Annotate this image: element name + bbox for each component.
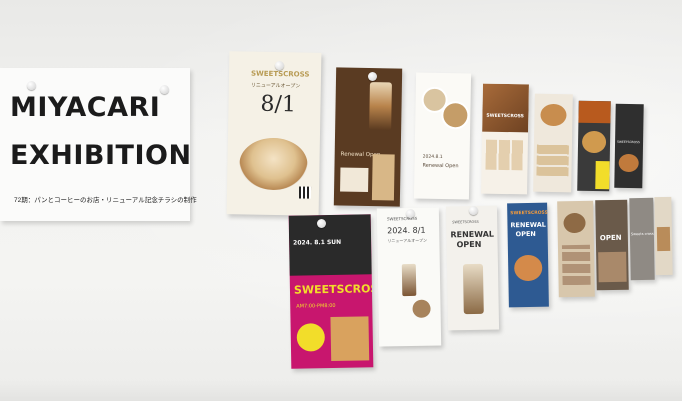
poster-open-photo: OPEN <box>595 199 629 291</box>
poster-heading: RENEWAL <box>510 220 546 230</box>
poster-sweetscross-magenta: 2024. 8.1 SUN SWEETSCROSS AM7:00-PM8:00 <box>288 214 374 369</box>
yellow-badge <box>296 323 326 352</box>
coffee-glass-image <box>401 263 417 297</box>
coffee-glass-image <box>369 82 392 131</box>
pancake-image <box>514 254 543 282</box>
poster-heading: OPEN <box>456 239 482 250</box>
pin <box>27 81 36 90</box>
pin <box>368 72 377 81</box>
photo-strip <box>340 167 369 193</box>
poster-edge <box>654 196 673 276</box>
header-band <box>578 100 611 124</box>
poster-renewal-white: 2024.8.1 Renewal Open <box>413 72 472 200</box>
sign-title-line1: MIYACARI <box>10 92 161 123</box>
floor-shadow <box>0 380 682 401</box>
poster-brand: SWEETSCROSS <box>452 219 479 225</box>
poster-date: 2024. 8.1 SUN <box>293 238 342 247</box>
poster-brand: SWEETSCROSS <box>486 113 524 120</box>
poster-heading: Sweets cross <box>630 231 654 237</box>
qr-code-icon <box>298 186 312 199</box>
sign-title-line2: EXHIBITION <box>10 140 192 171</box>
header-image <box>482 83 529 133</box>
pancake-image <box>581 130 607 154</box>
poster-pancake: SWEETSCROSS リニューアルオープン 8/1 <box>226 51 322 216</box>
poster-coffee-white: SWEETSCROSS 2024. 8/1 リニューアルオープン <box>376 207 442 347</box>
poster-hours: AM7:00-PM8:00 <box>296 302 336 310</box>
food-photo <box>656 226 671 252</box>
sign-subtitle: 72期：パンとコーヒーのお店・リニューアル記念チラシの制作 <box>14 197 197 204</box>
food-image <box>618 153 639 173</box>
pin <box>275 61 284 70</box>
pancake-image <box>239 137 308 191</box>
poster-bread <box>533 93 573 193</box>
pin <box>160 85 169 94</box>
poster-date: 8/1 <box>260 91 297 118</box>
poster-brand: SWEETSCROSS <box>617 139 640 145</box>
poster-date: 2024. 8/1 <box>387 225 426 236</box>
pin <box>317 219 326 228</box>
poster-brand: SWEETSCROSS <box>250 69 310 79</box>
poster-brand: SWEETSCROSS <box>293 282 374 297</box>
poster-brand: SWEETSCROSS <box>510 210 548 217</box>
poster-sweetscross-wood: SWEETSCROSS <box>481 83 529 195</box>
plate-image <box>441 100 470 130</box>
food-photo <box>330 316 370 362</box>
food-image <box>563 212 586 234</box>
product-grid <box>485 139 524 171</box>
poster-heading: OPEN <box>515 229 536 239</box>
product-grid <box>561 244 591 286</box>
poster-jp-text: リニューアルオープン <box>387 237 427 244</box>
poster-coffee-brown: Renewal Open <box>333 67 403 207</box>
food-photo <box>598 251 627 283</box>
pin <box>406 209 415 218</box>
poster-open-dark: SWEETSCROSS <box>614 103 644 189</box>
poster-sweets-cross: Sweets cross <box>629 197 655 281</box>
yellow-band <box>595 161 610 190</box>
poster-heading: OPEN <box>599 233 622 243</box>
poster-beige <box>557 200 595 298</box>
brown-circle <box>412 299 431 318</box>
poster-renewal-open: SWEETSCROSS RENEWAL OPEN <box>445 205 500 331</box>
poster-date: 2024.8.1 <box>422 154 443 161</box>
pastry-image <box>540 103 567 127</box>
photo-strip <box>371 154 395 201</box>
poster-line: Renewal Open <box>422 162 459 170</box>
poster-jp-text: リニューアルオープン <box>250 82 301 90</box>
product-grid <box>536 143 569 177</box>
poster-yellow <box>577 100 611 192</box>
poster-heading: RENEWAL <box>450 229 495 240</box>
poster-renewal-blue: SWEETSCROSS RENEWAL OPEN <box>507 202 549 308</box>
drink-image <box>462 263 484 315</box>
pin <box>469 206 478 215</box>
